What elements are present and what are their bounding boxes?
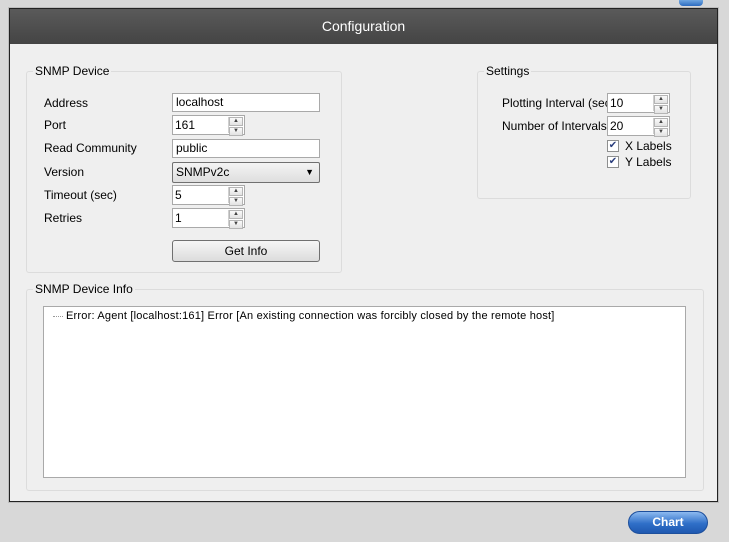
retries-stepper[interactable]: 1 ▲ ▼ bbox=[172, 208, 245, 229]
y-labels-checkbox[interactable]: ✔ bbox=[607, 156, 619, 168]
x-labels-checkbox[interactable]: ✔ bbox=[607, 140, 619, 152]
device-info-tree[interactable]: Error: Agent [localhost:161] Error [An e… bbox=[43, 306, 686, 478]
x-labels-label: X Labels bbox=[625, 139, 672, 153]
snmp-device-title: SNMP Device bbox=[33, 64, 112, 78]
port-label: Port bbox=[44, 118, 67, 132]
settings-group: Settings Plotting Interval (sec) 10 ▲ ▼ N… bbox=[477, 64, 691, 199]
get-info-button[interactable]: Get Info bbox=[172, 240, 320, 262]
community-input[interactable]: public bbox=[172, 139, 320, 158]
address-label: Address bbox=[44, 96, 89, 110]
window-handle bbox=[679, 0, 703, 6]
num-intervals-value: 20 bbox=[610, 119, 624, 133]
port-stepper[interactable]: 161 ▲ ▼ bbox=[172, 115, 245, 136]
timeout-value: 5 bbox=[175, 188, 182, 202]
device-info-title: SNMP Device Info bbox=[33, 282, 135, 296]
checkmark-icon: ✔ bbox=[608, 156, 618, 167]
window-title: Configuration bbox=[10, 9, 717, 44]
version-label: Version bbox=[44, 165, 85, 179]
spin-arrows-icon[interactable]: ▲ ▼ bbox=[653, 118, 668, 137]
plot-interval-value: 10 bbox=[610, 96, 624, 110]
chart-button[interactable]: Chart bbox=[628, 511, 708, 534]
chevron-down-icon: ▼ bbox=[305, 167, 314, 177]
settings-title: Settings bbox=[484, 64, 532, 78]
device-info-group: SNMP Device Info Error: Agent [localhost… bbox=[26, 282, 704, 491]
spin-arrows-icon[interactable]: ▲ ▼ bbox=[653, 95, 668, 114]
configuration-window: Configuration SNMP Device Address localh… bbox=[9, 8, 718, 502]
spin-arrows-icon[interactable]: ▲ ▼ bbox=[228, 187, 243, 206]
snmp-device-group: SNMP Device Address localhost Port 161 ▲… bbox=[26, 64, 342, 273]
retries-label: Retries bbox=[44, 211, 83, 225]
spin-arrows-icon[interactable]: ▲ ▼ bbox=[228, 117, 243, 136]
version-value: SNMPv2c bbox=[176, 165, 230, 179]
spin-arrows-icon[interactable]: ▲ ▼ bbox=[228, 210, 243, 229]
tree-item[interactable]: Error: Agent [localhost:161] Error [An e… bbox=[66, 310, 555, 322]
address-input[interactable]: localhost bbox=[172, 93, 320, 112]
num-intervals-label: Number of Intervals bbox=[502, 119, 607, 133]
tree-connector bbox=[53, 316, 63, 317]
community-label: Read Community bbox=[44, 141, 137, 155]
num-intervals-stepper[interactable]: 20 ▲ ▼ bbox=[607, 116, 670, 137]
timeout-label: Timeout (sec) bbox=[44, 188, 117, 202]
version-select[interactable]: SNMPv2c ▼ bbox=[172, 162, 320, 183]
timeout-stepper[interactable]: 5 ▲ ▼ bbox=[172, 185, 245, 206]
y-labels-label: Y Labels bbox=[625, 155, 672, 169]
plot-interval-stepper[interactable]: 10 ▲ ▼ bbox=[607, 93, 670, 114]
retries-value: 1 bbox=[175, 211, 182, 225]
plot-interval-label: Plotting Interval (sec) bbox=[502, 96, 615, 110]
checkmark-icon: ✔ bbox=[608, 140, 618, 151]
port-value: 161 bbox=[175, 118, 196, 132]
